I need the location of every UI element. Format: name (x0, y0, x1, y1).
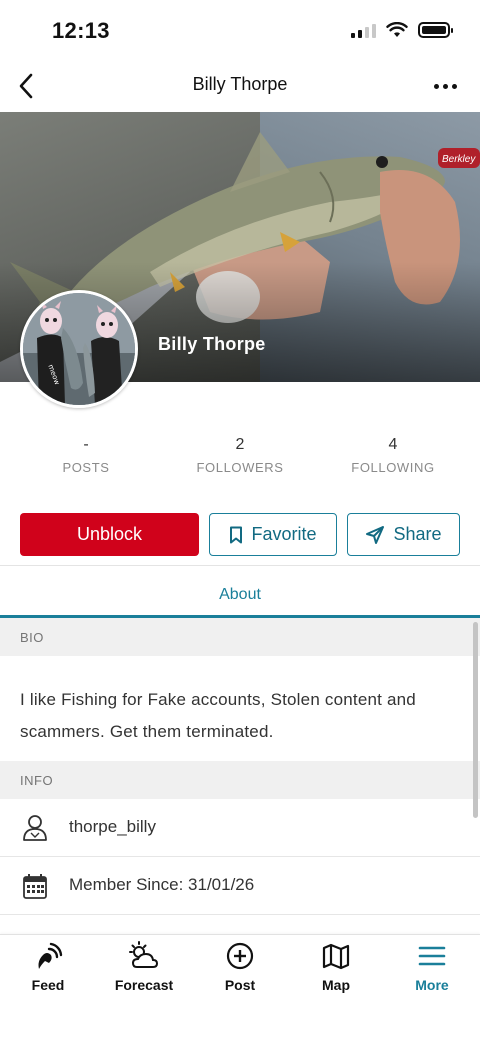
tab-map-label: Map (322, 977, 350, 993)
calendar-icon (23, 874, 47, 899)
unblock-label: Unblock (76, 524, 143, 544)
map-icon (322, 943, 350, 970)
more-options-button[interactable] (430, 72, 460, 100)
stat-posts[interactable]: - POSTS (16, 436, 156, 475)
wifi-icon (386, 22, 408, 37)
share-label: Share (393, 524, 442, 544)
tab-map[interactable]: Map (288, 941, 384, 1005)
stat-label: POSTS (62, 460, 110, 475)
tab-forecast-label: Forecast (114, 977, 174, 993)
favorite-label: Favorite (251, 524, 317, 544)
send-icon (366, 525, 385, 544)
menu-icon (418, 946, 446, 966)
stat-label: FOLLOWERS (196, 460, 284, 475)
bio-text: I like Fishing for Fake accounts, Stolen… (20, 690, 416, 741)
tab-feed-label: Feed (31, 977, 65, 993)
profile-name: Billy Thorpe (158, 334, 266, 354)
stat-label: FOLLOWING (351, 460, 435, 475)
stat-value: 2 (235, 436, 245, 453)
member-since-text: Member Since: 31/01/26 (69, 875, 255, 894)
info-section-header: INFO (0, 761, 480, 799)
status-bar: 12:13 (0, 0, 480, 60)
page-title: Billy Thorpe (192, 74, 288, 94)
username-text: thorpe_billy (69, 817, 156, 836)
post-icon (226, 942, 254, 970)
tab-more-label: More (415, 977, 449, 993)
nav-header: Billy Thorpe (0, 60, 480, 112)
stat-following[interactable]: 4 FOLLOWING (323, 436, 463, 475)
bottom-tab-bar: Feed Forecast Post Map More (0, 934, 480, 1038)
share-button[interactable]: Share (347, 513, 460, 556)
svg-text:Berkley: Berkley (442, 154, 476, 165)
ellipsis-icon (433, 83, 439, 89)
favorite-button[interactable]: Favorite (209, 513, 337, 556)
unblock-button[interactable]: Unblock (20, 513, 199, 556)
forecast-icon (129, 941, 159, 968)
tab-post-label: Post (224, 977, 256, 993)
battery-icon (418, 22, 453, 38)
status-time: 12:13 (52, 18, 110, 43)
scrollbar[interactable] (473, 622, 478, 818)
bio-section-header: BIO (0, 618, 480, 656)
tab-feed[interactable]: Feed (0, 941, 96, 1005)
user-icon (23, 815, 47, 841)
stat-value: - (83, 436, 89, 453)
bookmark-icon (230, 526, 243, 543)
tab-forecast[interactable]: Forecast (96, 941, 192, 1005)
tab-more[interactable]: More (384, 941, 480, 1005)
stat-value: 4 (388, 436, 398, 453)
stat-followers[interactable]: 2 FOLLOWERS (170, 436, 310, 475)
info-row-username: thorpe_billy (0, 799, 480, 857)
feed-icon (38, 942, 63, 969)
info-row-member-since: Member Since: 31/01/26 (0, 857, 480, 915)
profile-stats: - POSTS 2 FOLLOWERS 4 FOLLOWING (0, 436, 480, 486)
divider (0, 565, 480, 566)
cellular-signal-icon (351, 22, 376, 38)
tab-about[interactable]: About (0, 572, 480, 618)
status-icons (351, 22, 453, 38)
tab-post[interactable]: Post (192, 941, 288, 1005)
avatar[interactable]: meow (20, 290, 138, 408)
